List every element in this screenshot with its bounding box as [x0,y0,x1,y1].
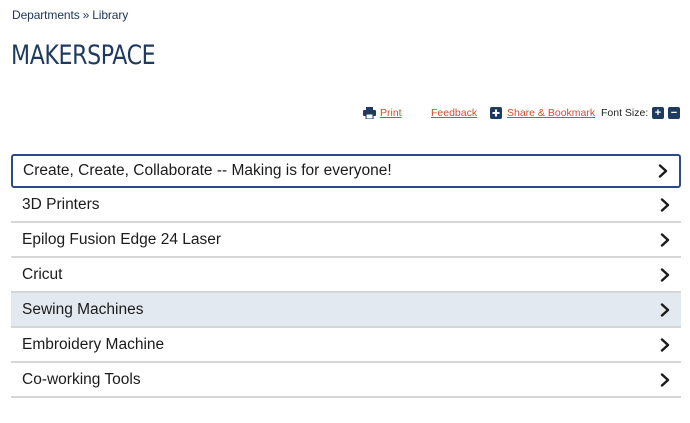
accordion-item-embroidery-machine[interactable]: Embroidery Machine [11,328,681,363]
breadcrumb-separator: » [82,8,90,22]
accordion-item-label: 3D Printers [22,195,100,213]
breadcrumb-library[interactable]: Library [92,8,128,22]
accordion-item-cricut[interactable]: Cricut [11,258,681,293]
accordion-item-sewing-machines[interactable]: Sewing Machines [11,293,681,328]
printer-icon[interactable] [363,107,376,119]
accordion-item-laser[interactable]: Epilog Fusion Edge 24 Laser [11,223,681,258]
breadcrumb: Departments» Library [12,8,128,22]
chevron-right-icon [658,164,668,178]
share-bookmark-link[interactable]: Share & Bookmark [507,107,595,119]
accordion-item-collaborate[interactable]: Create, Create, Collaborate -- Making is… [11,154,681,188]
accordion-item-label: Sewing Machines [22,300,144,318]
chevron-right-icon [660,232,670,247]
font-size-label: Font Size: [601,107,649,119]
feedback-link[interactable]: Feedback [431,107,477,119]
plus-square-icon[interactable] [490,107,502,119]
makerspace-accordion: Create, Create, Collaborate -- Making is… [11,154,681,398]
accordion-item-3d-printers[interactable]: 3D Printers [11,188,681,223]
chevron-right-icon [660,337,670,352]
page-title: MAKERSPACE [11,40,156,71]
accordion-item-label: Co-working Tools [22,370,141,388]
accordion-item-label: Cricut [22,265,63,283]
font-increase-button[interactable]: + [652,107,664,119]
font-decrease-button[interactable]: − [668,107,680,119]
chevron-right-icon [660,267,670,282]
accordion-item-coworking-tools[interactable]: Co-working Tools [11,363,681,398]
chevron-right-icon [660,372,670,387]
accordion-item-label: Embroidery Machine [22,335,165,353]
breadcrumb-departments[interactable]: Departments [12,8,80,22]
print-link[interactable]: Print [380,107,402,119]
chevron-right-icon [660,302,670,317]
accordion-item-label: Epilog Fusion Edge 24 Laser [22,230,222,248]
accordion-item-label: Create, Create, Collaborate -- Making is… [23,162,392,179]
page-tools: Print Feedback Share & Bookmark Font Siz… [0,106,690,122]
chevron-right-icon [660,197,670,212]
